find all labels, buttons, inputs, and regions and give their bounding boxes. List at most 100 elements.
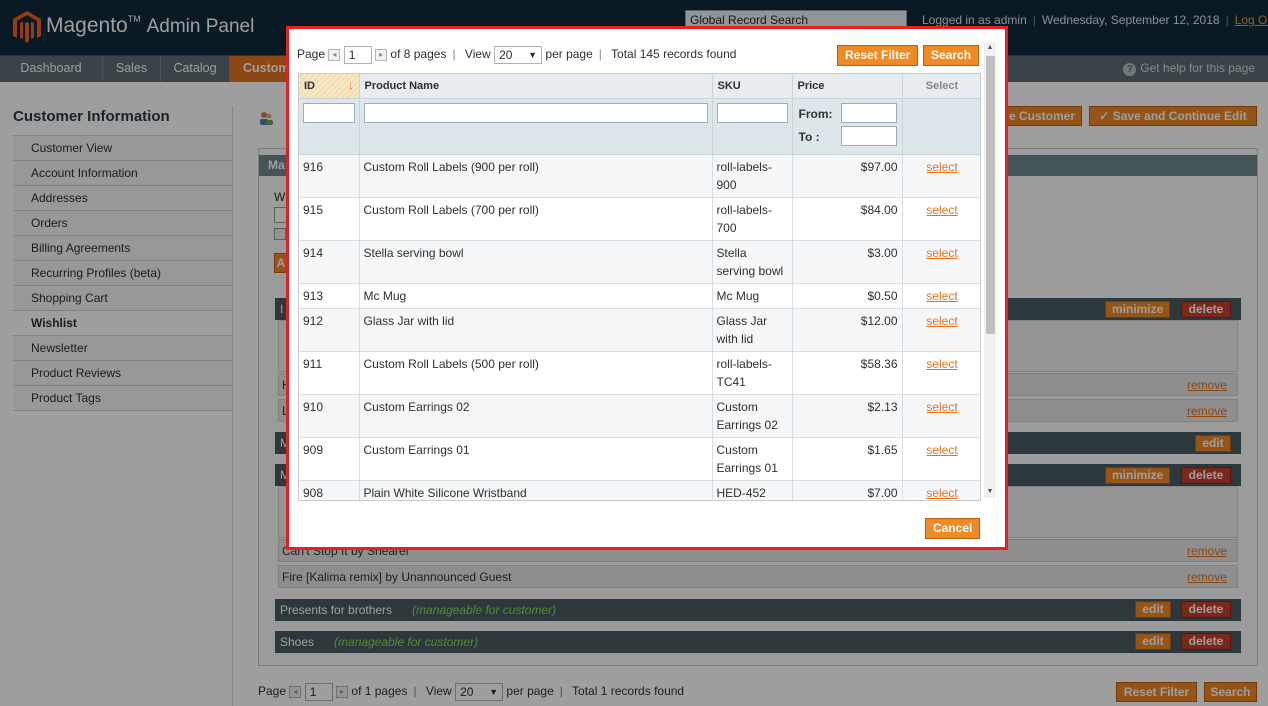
sku-line: Custom	[716, 442, 758, 457]
search-button[interactable]: Search	[923, 45, 980, 66]
cell-sku: roll-labels- TC41	[712, 351, 793, 395]
cell-price: $2.13	[792, 394, 903, 438]
price-from-input[interactable]	[840, 102, 897, 123]
table-row[interactable]: 912 Glass Jar with lid Glass Jar with lid $1…	[299, 308, 980, 352]
cell-id: 913	[299, 283, 360, 309]
price-to-input[interactable]	[840, 125, 897, 146]
cell-sku: HED-452	[712, 480, 793, 500]
cell-id: 914	[299, 240, 360, 284]
table-row[interactable]: 911 Custom Roll Labels (500 per roll) roll…	[299, 351, 980, 395]
cell-id: 911	[299, 351, 360, 395]
cell-product-name: Custom Roll Labels (500 per roll)	[359, 351, 713, 395]
price-filter: From: To :	[797, 99, 898, 154]
cell-price: $58.36	[792, 351, 903, 395]
cell-sku: roll-labels- 700	[712, 197, 793, 241]
table-row[interactable]: 915 Custom Roll Labels (700 per roll) roll…	[299, 197, 980, 241]
cell-price: $7.00	[792, 480, 903, 500]
table-row[interactable]: 910 Custom Earrings 02 Custom Earrings 02 $2…	[299, 394, 980, 438]
select-link[interactable]: select	[926, 160, 957, 174]
cell-select: select	[902, 283, 980, 309]
cell-price: $1.65	[792, 437, 903, 481]
cell-product-name: Glass Jar with lid	[359, 308, 713, 352]
select-link[interactable]: select	[926, 203, 957, 217]
cell-product-name: Custom Earrings 01	[359, 437, 713, 481]
product-chooser-modal: Page ◂ 1 ▸ of 8 pages | View 20 ▼ per page…	[286, 26, 1008, 550]
sku-line: Earrings 02	[716, 417, 778, 432]
filter-row: From: To :	[299, 98, 980, 155]
sku-filter-input[interactable]	[716, 102, 788, 123]
cell-select: select	[902, 154, 980, 198]
cell-id: 912	[299, 308, 360, 352]
sku-line: Glass Jar	[716, 313, 768, 328]
cell-sku: Mc Mug	[712, 283, 793, 309]
column-header-select: Select	[902, 74, 980, 99]
scroll-down-icon[interactable]: ▼	[984, 486, 996, 498]
select-link[interactable]: select	[926, 486, 957, 500]
table-row[interactable]: 916 Custom Roll Labels (900 per roll) roll…	[299, 154, 980, 198]
cell-select: select	[902, 240, 980, 284]
next-page-icon[interactable]: ▸	[375, 49, 388, 61]
product-grid: ID ↓ Product Name SKU Price Select From: …	[298, 73, 981, 501]
table-row[interactable]: 909 Custom Earrings 01 Custom Earrings 01 $1…	[299, 437, 980, 481]
prev-page-icon[interactable]: ◂	[328, 49, 341, 61]
column-header-id[interactable]: ID ↓	[299, 74, 360, 99]
sort-arrow-icon: ↓	[348, 79, 354, 92]
select-link[interactable]: select	[926, 314, 957, 328]
sku-line: serving bowl	[716, 263, 784, 278]
cell-select: select	[902, 437, 980, 481]
select-link[interactable]: select	[926, 289, 957, 303]
price-to-label: To :	[798, 129, 820, 144]
modal-page-input[interactable]: 1	[343, 46, 372, 64]
cell-id: 908	[299, 480, 360, 500]
cell-price: $3.00	[792, 240, 903, 284]
select-link[interactable]: select	[926, 400, 957, 414]
id-filter-input[interactable]	[303, 102, 355, 123]
cell-sku: roll-labels- 900	[712, 154, 793, 198]
sku-line: with lid	[716, 331, 754, 346]
column-header-sku[interactable]: SKU	[712, 74, 793, 99]
cancel-button[interactable]: Cancel	[925, 518, 981, 539]
dropdown-caret-icon: ▼	[528, 50, 538, 60]
cell-select: select	[902, 351, 980, 395]
sku-line: roll-labels-	[716, 356, 772, 371]
cell-sku: Stella serving bowl	[712, 240, 793, 284]
sku-line: TC41	[716, 374, 746, 389]
cell-sku: Custom Earrings 01	[712, 437, 793, 481]
table-row[interactable]: 914 Stella serving bowl Stella serving bowl…	[299, 240, 980, 284]
sku-line: Custom	[716, 399, 758, 414]
cell-price: $0.50	[792, 283, 903, 309]
column-header-price[interactable]: Price	[792, 74, 903, 99]
cell-id: 909	[299, 437, 360, 481]
sku-line: roll-labels-	[716, 159, 772, 174]
sku-line: 900	[716, 177, 737, 192]
price-from-label: From:	[798, 106, 833, 121]
sku-line: Mc Mug	[716, 288, 760, 303]
cell-product-name: Custom Roll Labels (700 per roll)	[359, 197, 713, 241]
cell-sku: Custom Earrings 02	[712, 394, 793, 438]
grid-scrollbar[interactable]: ▲ ▼	[984, 42, 996, 498]
sku-line: Stella	[716, 245, 747, 260]
scroll-thumb[interactable]	[986, 56, 995, 334]
cell-select: select	[902, 197, 980, 241]
sku-line: 700	[716, 220, 737, 235]
modal-pager: Page ◂ 1 ▸ of 8 pages | View 20 ▼ per page…	[297, 46, 737, 64]
cell-select: select	[902, 308, 980, 352]
cell-product-name: Custom Earrings 02	[359, 394, 713, 438]
cell-select: select	[902, 394, 980, 438]
cell-id: 916	[299, 154, 360, 198]
scroll-up-icon[interactable]: ▲	[984, 42, 996, 54]
table-row[interactable]: 908 Plain White Silicone Wristband HED-452…	[299, 480, 980, 500]
table-row[interactable]: 913 Mc Mug Mc Mug $0.50 select	[299, 283, 980, 309]
sku-line: roll-labels-	[716, 202, 772, 217]
select-link[interactable]: select	[926, 443, 957, 457]
reset-filter-button[interactable]: Reset Filter	[837, 45, 919, 66]
modal-per-page-select[interactable]: 20 ▼	[494, 46, 543, 64]
name-filter-input[interactable]	[363, 102, 708, 123]
sku-line: Earrings 01	[716, 460, 778, 475]
column-header-product-name[interactable]: Product Name	[359, 74, 713, 99]
cell-price: $84.00	[792, 197, 903, 241]
cell-product-name: Plain White Silicone Wristband	[359, 480, 713, 500]
select-link[interactable]: select	[926, 246, 957, 260]
cell-id: 915	[299, 197, 360, 241]
select-link[interactable]: select	[926, 357, 957, 371]
